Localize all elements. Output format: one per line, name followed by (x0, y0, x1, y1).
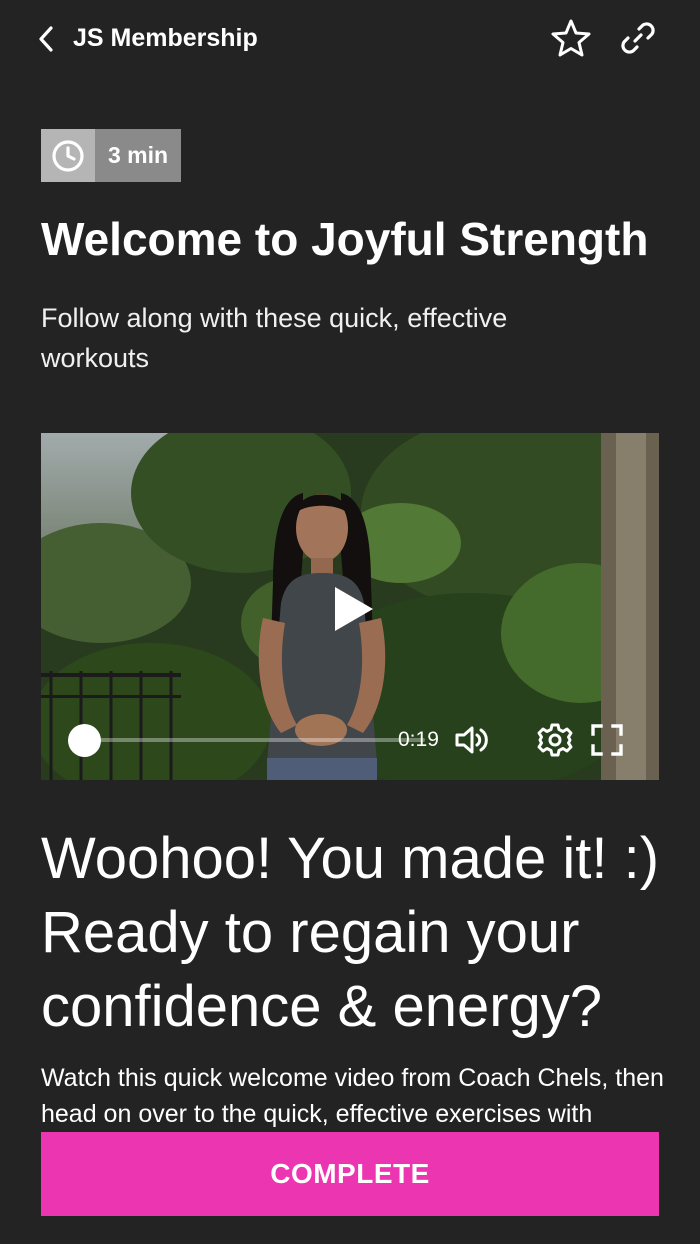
complete-button[interactable]: COMPLETE (41, 1132, 659, 1216)
duration-badge: 3 min (41, 129, 182, 182)
video-current-time: 0:19 (398, 728, 439, 751)
video-progress-track[interactable] (85, 738, 425, 742)
lesson-subtitle: Follow along with these quick, effective… (41, 303, 508, 373)
video-player[interactable]: 0:19 (41, 433, 659, 780)
duration-icon-box (41, 129, 95, 182)
gear-icon[interactable] (537, 722, 573, 758)
lesson-title: Welcome to Joyful Strength (41, 213, 649, 265)
link-icon (621, 22, 655, 54)
content-body: Watch this quick welcome video from Coac… (41, 1064, 664, 1128)
duration-text: 3 min (95, 129, 182, 182)
volume-icon[interactable] (454, 723, 490, 757)
content-heading: Woohoo! You made it! :) Ready to regain … (41, 826, 660, 1039)
page-title: JS Membership (73, 24, 258, 52)
top-bar: JS Membership (0, 0, 700, 78)
star-icon (551, 19, 591, 57)
video-progress-thumb[interactable] (68, 724, 101, 757)
chevron-left-icon (39, 26, 53, 52)
favorite-button[interactable] (551, 18, 591, 58)
back-button[interactable] (30, 22, 62, 56)
share-link-button[interactable] (618, 18, 658, 58)
clock-icon (52, 139, 84, 172)
bottom-spacer (0, 1216, 700, 1244)
fullscreen-icon[interactable] (590, 723, 624, 757)
play-icon[interactable] (331, 585, 375, 633)
